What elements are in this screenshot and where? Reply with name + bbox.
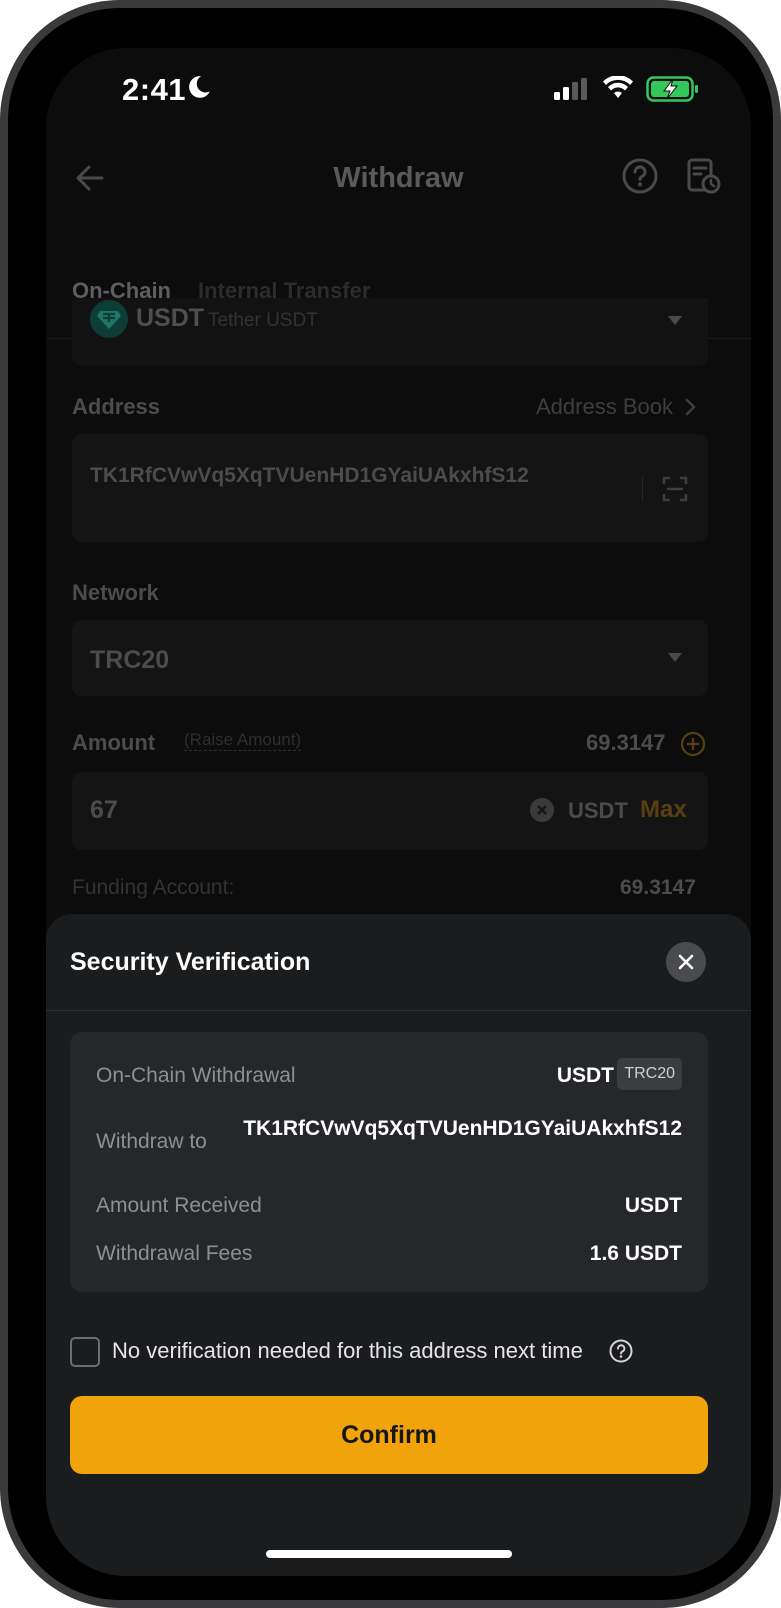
help-icon[interactable] xyxy=(620,156,660,196)
phone-frame: 2:41 Withdraw On-Chain Internal Transfer… xyxy=(0,0,781,1608)
cellular-signal-icon xyxy=(554,78,587,100)
max-button[interactable]: Max xyxy=(640,796,687,824)
clear-amount-icon[interactable] xyxy=(530,798,554,822)
withdrawal-summary-card: On-Chain Withdrawal USDT TRC20 Withdraw … xyxy=(70,1032,708,1292)
app-header: Withdraw xyxy=(46,148,751,214)
network-dropdown-caret-icon xyxy=(668,653,682,662)
withdraw-to-label: Withdraw to xyxy=(96,1130,207,1153)
skip-verification-checkbox[interactable] xyxy=(70,1337,100,1367)
withdrawal-fees-label: Withdrawal Fees xyxy=(96,1242,253,1265)
confirm-button[interactable]: Confirm xyxy=(70,1396,708,1474)
amount-received-label: Amount Received xyxy=(96,1194,262,1217)
sheet-title: Security Verification xyxy=(70,948,311,976)
status-bar: 2:41 xyxy=(46,48,751,128)
amount-received-value: USDT xyxy=(624,1194,682,1217)
available-amount: 69.3147 xyxy=(586,730,666,755)
withdrawal-type-label: On-Chain Withdrawal xyxy=(96,1064,296,1087)
address-label: Address xyxy=(72,394,161,419)
address-book-label: Address Book xyxy=(536,394,673,419)
withdrawal-coin: USDT xyxy=(556,1064,614,1087)
address-book-link[interactable]: Address Book xyxy=(536,394,699,420)
amount-label: Amount xyxy=(72,730,156,755)
coin-dropdown-caret-icon xyxy=(668,316,682,325)
screen: 2:41 Withdraw On-Chain Internal Transfer… xyxy=(46,48,751,1576)
network-selector[interactable]: TRC20 xyxy=(72,620,708,696)
address-field[interactable]: TK1RfCVwVq5XqTVUenHD1GYaiUAkxhfS12 xyxy=(72,434,708,542)
info-question-icon[interactable] xyxy=(608,1338,634,1364)
security-verification-sheet: Security Verification On-Chain Withdrawa… xyxy=(46,914,751,1576)
withdrawal-fees-value: 1.6 USDT xyxy=(589,1242,682,1265)
network-value: TRC20 xyxy=(90,646,170,674)
amount-label-group: Amount (Raise Amount) xyxy=(72,692,372,755)
wifi-icon xyxy=(603,76,633,98)
tether-logo-icon xyxy=(90,300,128,338)
amount-unit: USDT xyxy=(568,798,628,823)
funding-account-balance: 69.3147 xyxy=(620,876,696,899)
coin-full-name: Tether USDT xyxy=(208,310,318,331)
add-funds-plus-icon[interactable] xyxy=(680,731,706,757)
withdraw-to-address: TK1RfCVwVq5XqTVUenHD1GYaiUAkxhfS12 xyxy=(243,1117,682,1140)
phone-bezel: 2:41 Withdraw On-Chain Internal Transfer… xyxy=(8,8,773,1600)
amount-field[interactable]: 67 USDT Max xyxy=(72,772,708,850)
address-input-value[interactable]: TK1RfCVwVq5XqTVUenHD1GYaiUAkxhfS12 xyxy=(90,464,529,488)
status-time: 2:41 xyxy=(122,72,187,107)
sheet-divider xyxy=(46,1010,751,1011)
network-label: Network xyxy=(72,580,159,605)
coin-symbol: USDT xyxy=(136,304,205,332)
coin-selector[interactable]: USDT Tether USDT xyxy=(72,298,708,366)
funding-account-label: Funding Account: xyxy=(72,876,235,899)
skip-verification-label[interactable]: No verification needed for this address … xyxy=(112,1338,583,1364)
field-divider xyxy=(642,476,643,502)
battery-charging-icon xyxy=(646,76,698,102)
close-icon[interactable] xyxy=(666,942,706,982)
scan-qr-icon[interactable] xyxy=(662,476,688,502)
moon-icon xyxy=(189,76,210,98)
chevron-right-icon xyxy=(685,398,696,416)
network-badge: TRC20 xyxy=(617,1058,682,1090)
home-indicator[interactable] xyxy=(266,1550,512,1558)
withdraw-history-icon[interactable] xyxy=(686,156,722,196)
amount-input-value[interactable]: 67 xyxy=(90,796,118,825)
raise-amount-link[interactable]: (Raise Amount) xyxy=(184,730,302,751)
